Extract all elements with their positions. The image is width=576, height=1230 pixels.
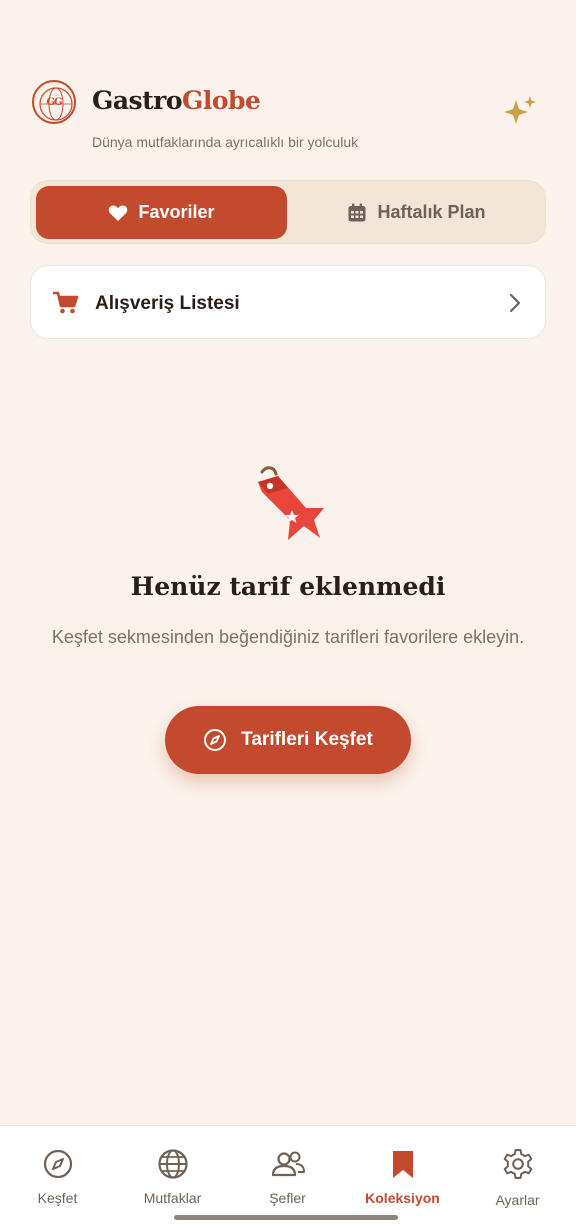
tab-weekly-plan[interactable]: Haftalık Plan <box>291 186 542 239</box>
brand-logo: GG <box>32 80 76 124</box>
calendar-icon <box>348 203 366 221</box>
nav-item-koleksiyon[interactable]: Koleksiyon <box>345 1148 460 1218</box>
compass-icon <box>43 1149 72 1179</box>
nav-label: Keşfet <box>37 1190 78 1206</box>
app-tagline: Dünya mutfaklarında ayrıcalıklı bir yolc… <box>92 134 359 150</box>
shopping-list-card[interactable]: Alışveriş Listesi <box>30 265 546 339</box>
logo-text: GG <box>46 96 62 108</box>
nav-label: Mutfaklar <box>143 1190 202 1206</box>
cart-icon <box>53 291 79 314</box>
home-indicator[interactable] <box>174 1215 398 1220</box>
brand-part-2: Globe <box>182 86 261 115</box>
app-title: GastroGlobe <box>92 86 261 115</box>
empty-state-title: Henüz tarif eklenmedi <box>130 572 446 601</box>
empty-state-description: Keşfet sekmesinden beğendiğiniz tarifler… <box>51 627 525 647</box>
nav-item-sefler[interactable]: Şefler <box>230 1148 345 1218</box>
tab-weekly-plan-label: Haftalık Plan <box>377 202 486 222</box>
app-header: GG GastroGlobe Dünya mutfaklarında ayrıc… <box>32 80 544 160</box>
nav-item-mutfaklar[interactable]: Mutfaklar <box>115 1148 230 1218</box>
sparkle-icon[interactable] <box>502 94 538 130</box>
nav-label: Şefler <box>269 1190 306 1206</box>
heart-icon <box>109 205 128 221</box>
bookmark-tag-icon <box>258 466 324 540</box>
globe-icon <box>157 1149 188 1179</box>
nav-item-ayarlar[interactable]: Ayarlar <box>460 1148 575 1218</box>
chevron-right-icon <box>509 293 521 313</box>
tab-favorites[interactable]: Favoriler <box>36 186 287 239</box>
nav-label: Koleksiyon <box>365 1190 440 1206</box>
nav-item-kesfet[interactable]: Keşfet <box>0 1148 115 1218</box>
collection-screen: GG GastroGlobe Dünya mutfaklarında ayrıc… <box>0 0 576 1230</box>
gear-icon <box>503 1149 532 1179</box>
people-icon <box>271 1151 305 1177</box>
bookmark-icon <box>392 1151 413 1178</box>
collection-segment-control: Favoriler Haftalık Plan <box>30 180 546 244</box>
brand-part-1: Gastro <box>92 86 183 115</box>
compass-icon <box>204 729 227 751</box>
discover-recipes-label: Tarifleri Keşfet <box>241 729 373 750</box>
nav-label: Ayarlar <box>495 1192 540 1208</box>
tab-favorites-label: Favoriler <box>138 202 215 222</box>
discover-recipes-button[interactable]: Tarifleri Keşfet <box>165 706 411 774</box>
shopping-list-label: Alışveriş Listesi <box>95 293 240 314</box>
